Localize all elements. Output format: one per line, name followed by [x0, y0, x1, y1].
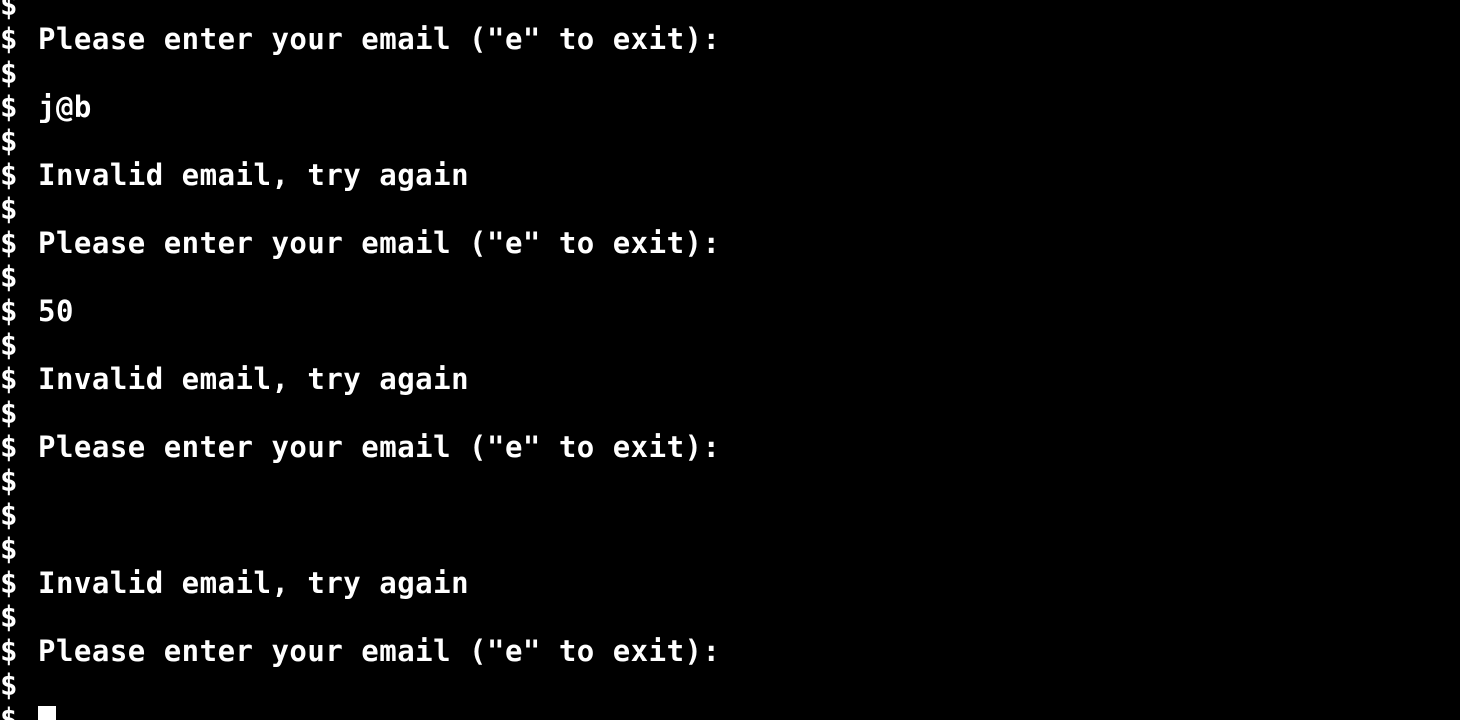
terminal-line: $	[0, 260, 1460, 294]
prompt-symbol: $	[0, 22, 18, 56]
terminal-line: $ Invalid email, try again	[0, 566, 1460, 600]
prompt-symbol: $	[0, 328, 18, 362]
prompt-symbol: $	[0, 634, 18, 668]
terminal-line: $ Please enter your email ("e" to exit):	[0, 430, 1460, 464]
text-cursor[interactable]	[38, 706, 56, 720]
line-text: Please enter your email ("e" to exit):	[38, 22, 721, 56]
line-text: j@b	[38, 90, 92, 124]
terminal-line: $ Please enter your email ("e" to exit):	[0, 22, 1460, 56]
terminal-line: $ j@b	[0, 90, 1460, 124]
prompt-symbol: $	[0, 56, 18, 90]
prompt-symbol: $	[0, 668, 18, 702]
prompt-symbol: $	[0, 600, 18, 634]
terminal-line: $50	[0, 294, 1460, 328]
prompt-symbol: $	[0, 0, 18, 22]
prompt-symbol: $	[0, 90, 18, 124]
prompt-symbol: $	[0, 158, 18, 192]
prompt-symbol: $	[0, 226, 18, 260]
prompt-symbol: $	[0, 396, 18, 430]
line-text: Invalid email, try again	[38, 362, 470, 396]
line-text: Please enter your email ("e" to exit):	[38, 634, 721, 668]
prompt-symbol: $	[0, 430, 18, 464]
line-text: Invalid email, try again	[38, 158, 470, 192]
terminal-line: $	[0, 124, 1460, 158]
terminal-line: $ Please enter your email ("e" to exit):	[0, 226, 1460, 260]
terminal-line: $	[0, 328, 1460, 362]
terminal-line: $	[0, 0, 1460, 22]
prompt-symbol: $	[0, 192, 18, 226]
prompt-symbol: $	[0, 464, 18, 498]
terminal-window[interactable]: $ $ Please enter your email ("e" to exit):…	[0, 0, 1460, 720]
line-text: Invalid email, try again	[38, 566, 470, 600]
terminal-line: $	[0, 668, 1460, 702]
prompt-symbol: $	[0, 124, 18, 158]
terminal-line: $	[0, 702, 1460, 720]
terminal-line: $	[0, 56, 1460, 90]
terminal-line: $	[0, 600, 1460, 634]
terminal-line: $ Please enter your email ("e" to exit):	[0, 634, 1460, 668]
prompt-symbol: $	[0, 362, 18, 396]
terminal-line: $	[0, 192, 1460, 226]
prompt-symbol: $	[0, 532, 18, 566]
prompt-symbol: $	[0, 294, 18, 328]
prompt-symbol: $	[0, 702, 18, 720]
prompt-symbol: $	[0, 260, 18, 294]
terminal-line: $	[0, 498, 1460, 532]
terminal-line: $	[0, 396, 1460, 430]
prompt-symbol: $	[0, 498, 18, 532]
line-text: 50	[38, 294, 74, 328]
line-text: Please enter your email ("e" to exit):	[38, 430, 721, 464]
line-text: Please enter your email ("e" to exit):	[38, 226, 721, 260]
prompt-symbol: $	[0, 566, 18, 600]
terminal-output: $ $ Please enter your email ("e" to exit):…	[0, 0, 1460, 720]
terminal-line: $	[0, 464, 1460, 498]
terminal-line: $ Invalid email, try again	[0, 158, 1460, 192]
terminal-line: $	[0, 532, 1460, 566]
terminal-line: $ Invalid email, try again	[0, 362, 1460, 396]
